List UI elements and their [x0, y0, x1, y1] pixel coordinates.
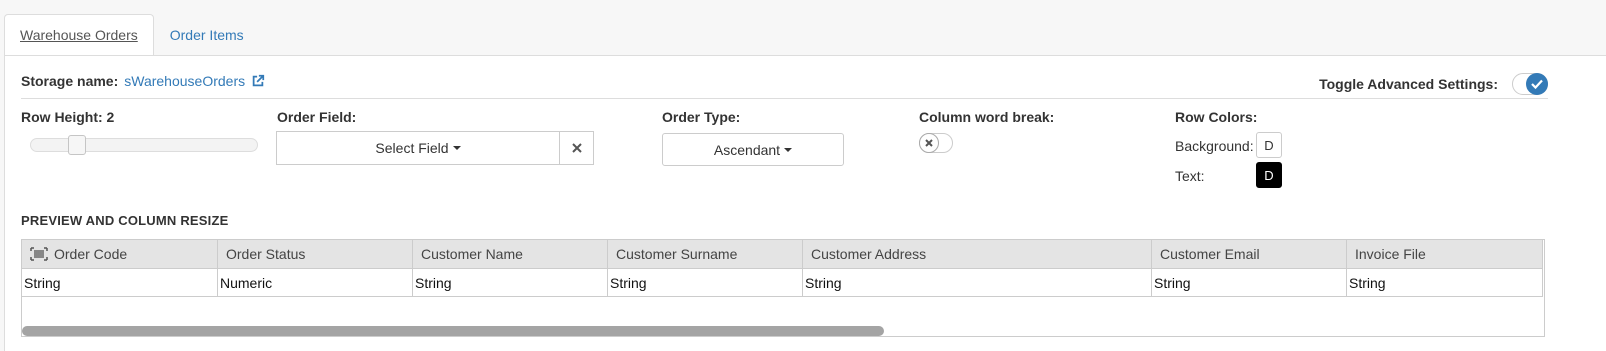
clear-field-button[interactable] [559, 132, 593, 164]
advanced-settings-row: Toggle Advanced Settings: [1319, 73, 1548, 95]
order-field-label: Order Field: [277, 109, 357, 125]
storage-name-link[interactable]: sWarehouseOrders [124, 73, 245, 89]
caret-down-icon [452, 146, 461, 150]
column-header-label: Order Code [54, 246, 128, 262]
grid-data-row: String Numeric String String String Stri… [22, 269, 1543, 297]
close-icon [571, 143, 582, 153]
order-type-dropdown[interactable]: Ascendant [662, 133, 844, 166]
column-header[interactable]: Customer Surname [608, 240, 803, 268]
caret-down-icon [784, 147, 793, 152]
external-link-icon[interactable] [251, 74, 265, 88]
table-cell: Numeric [218, 269, 413, 296]
order-type-label: Order Type: [662, 109, 741, 125]
select-field-button[interactable]: Select Field [277, 132, 559, 164]
column-header[interactable]: Order Code [22, 240, 218, 268]
tab-order-items[interactable]: Order Items [154, 14, 260, 56]
row-colors-label: Row Colors: [1175, 109, 1258, 125]
table-cell: String [1347, 269, 1543, 296]
tab-warehouse-orders[interactable]: Warehouse Orders [4, 14, 154, 56]
divider [21, 98, 1548, 99]
advanced-settings-toggle[interactable] [1512, 73, 1548, 95]
column-word-break-label: Column word break: [919, 109, 1055, 125]
settings-panel: Storage name: sWarehouseOrders Toggle Ad… [4, 55, 1606, 351]
storage-name-row: Storage name: sWarehouseOrders [21, 73, 265, 89]
barcode-icon [30, 247, 48, 261]
advanced-settings-label: Toggle Advanced Settings: [1319, 76, 1498, 92]
column-header[interactable]: Customer Name [413, 240, 608, 268]
check-icon [1526, 73, 1548, 95]
order-field-select: Select Field [276, 131, 594, 165]
preview-title: PREVIEW AND COLUMN RESIZE [21, 213, 229, 228]
table-cell: String [608, 269, 803, 296]
table-cell: String [22, 269, 218, 296]
grid-header-row: Order Code Order Status Customer Name Cu… [22, 240, 1543, 269]
scrollbar-thumb[interactable] [22, 326, 884, 336]
row-height-slider-handle[interactable] [68, 135, 86, 155]
text-color-picker[interactable]: D [1256, 162, 1282, 188]
column-header[interactable]: Customer Email [1152, 240, 1347, 268]
column-header[interactable]: Invoice File [1347, 240, 1543, 268]
storage-name-label: Storage name: [21, 73, 119, 89]
column-header[interactable]: Customer Address [803, 240, 1152, 268]
select-field-button-label: Select Field [375, 140, 449, 156]
order-type-value: Ascendant [713, 141, 781, 158]
table-cell: String [1152, 269, 1347, 296]
preview-grid: Order Code Order Status Customer Name Cu… [21, 239, 1545, 337]
horizontal-scrollbar[interactable] [22, 325, 1544, 336]
x-icon [919, 133, 939, 153]
table-cell: String [413, 269, 608, 296]
row-height-slider[interactable] [30, 135, 258, 155]
background-color-picker[interactable]: D [1256, 132, 1282, 158]
tab-bar: Warehouse Orders Order Items [4, 14, 260, 56]
column-header[interactable]: Order Status [218, 240, 413, 268]
column-word-break-toggle[interactable] [919, 133, 953, 153]
background-color-label: Background: [1175, 138, 1254, 154]
text-color-label: Text: [1175, 168, 1205, 184]
row-height-label: Row Height: 2 [21, 109, 115, 125]
table-cell: String [803, 269, 1152, 296]
